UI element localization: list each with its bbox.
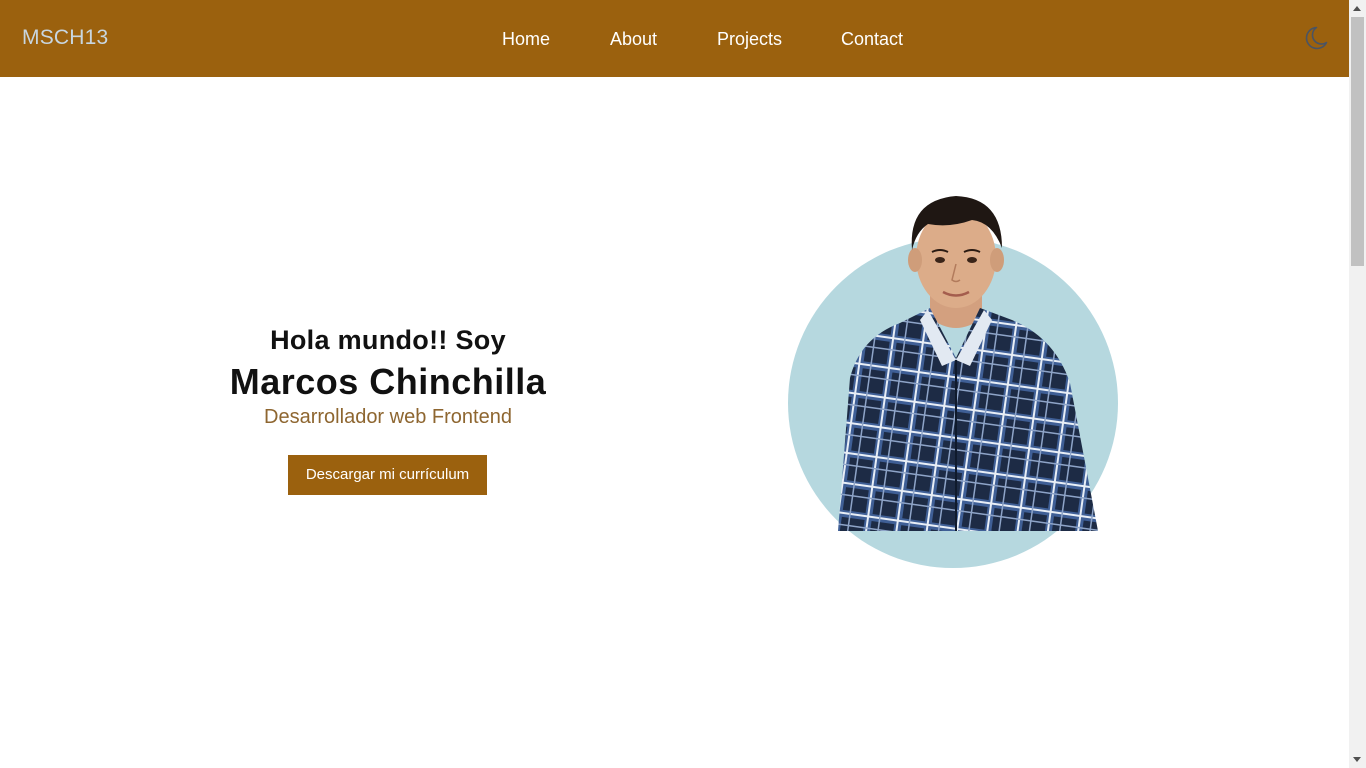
- download-cv-button[interactable]: Descargar mi currículum: [288, 455, 487, 495]
- scroll-up-arrow-icon[interactable]: [1353, 6, 1361, 11]
- hero-name: Marcos Chinchilla: [229, 361, 547, 402]
- nav-link-about[interactable]: About: [610, 28, 657, 50]
- hero-role: Desarrollador web Frontend: [264, 406, 512, 428]
- page: MSCH13 Home About Projects Contact Hola …: [0, 0, 1366, 768]
- theme-toggle-button[interactable]: [1302, 25, 1328, 51]
- nav-link-home[interactable]: Home: [502, 28, 550, 50]
- scrollbar-thumb[interactable]: [1351, 17, 1364, 266]
- scroll-down-arrow-icon[interactable]: [1353, 757, 1361, 762]
- profile-portrait: [788, 196, 1118, 568]
- nav-link-contact[interactable]: Contact: [841, 28, 903, 50]
- nav-link-projects[interactable]: Projects: [717, 28, 782, 50]
- page-scrollbar[interactable]: [1349, 0, 1366, 768]
- hero-greeting: Hola mundo!! Soy: [270, 325, 506, 355]
- site-logo[interactable]: MSCH13: [22, 26, 108, 50]
- navbar: MSCH13 Home About Projects Contact: [0, 0, 1349, 77]
- moon-icon: [1305, 26, 1328, 50]
